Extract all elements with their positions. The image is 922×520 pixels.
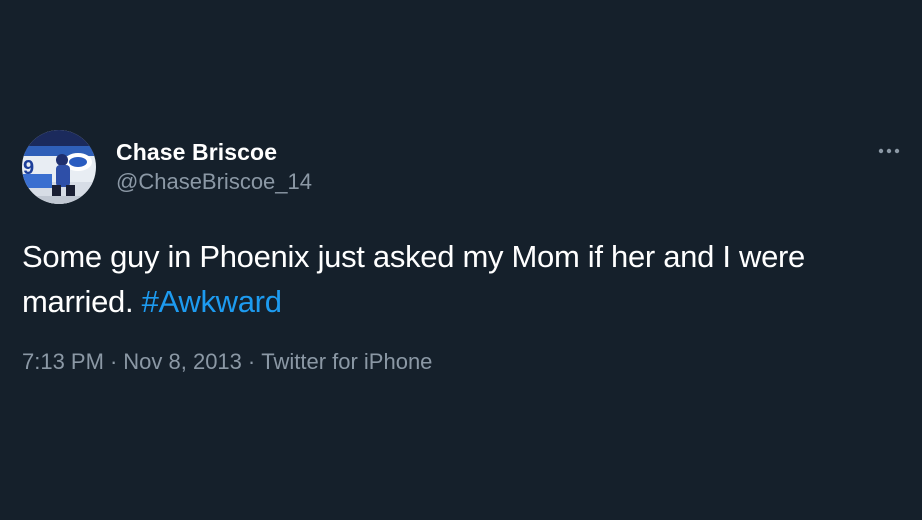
ellipsis-icon [878, 148, 900, 154]
meta-separator: · [109, 349, 118, 374]
tweet-text: Some guy in Phoenix just asked my Mom if… [22, 234, 902, 324]
display-name[interactable]: Chase Briscoe [116, 138, 312, 166]
author-names: Chase Briscoe @ChaseBriscoe_14 [116, 138, 312, 196]
tweet-card: 9 Chase Briscoe @ChaseBriscoe_14 Some gu… [22, 130, 902, 376]
avatar-image: 9 [22, 130, 96, 204]
tweet-time[interactable]: 7:13 PM [22, 349, 104, 374]
hashtag-link[interactable]: #Awkward [142, 284, 282, 319]
tweet-date[interactable]: Nov 8, 2013 [123, 349, 242, 374]
avatar[interactable]: 9 [22, 130, 96, 204]
more-options-button[interactable] [876, 138, 902, 164]
meta-separator: · [247, 349, 256, 374]
tweet-text-content: Some guy in Phoenix just asked my Mom if… [22, 239, 805, 319]
tweet-metadata: 7:13 PM · Nov 8, 2013 · Twitter for iPhone [22, 348, 902, 376]
user-handle[interactable]: @ChaseBriscoe_14 [116, 168, 312, 196]
tweet-header: 9 Chase Briscoe @ChaseBriscoe_14 [22, 130, 902, 204]
svg-text:9: 9 [23, 157, 34, 179]
tweet-source[interactable]: Twitter for iPhone [261, 349, 432, 374]
